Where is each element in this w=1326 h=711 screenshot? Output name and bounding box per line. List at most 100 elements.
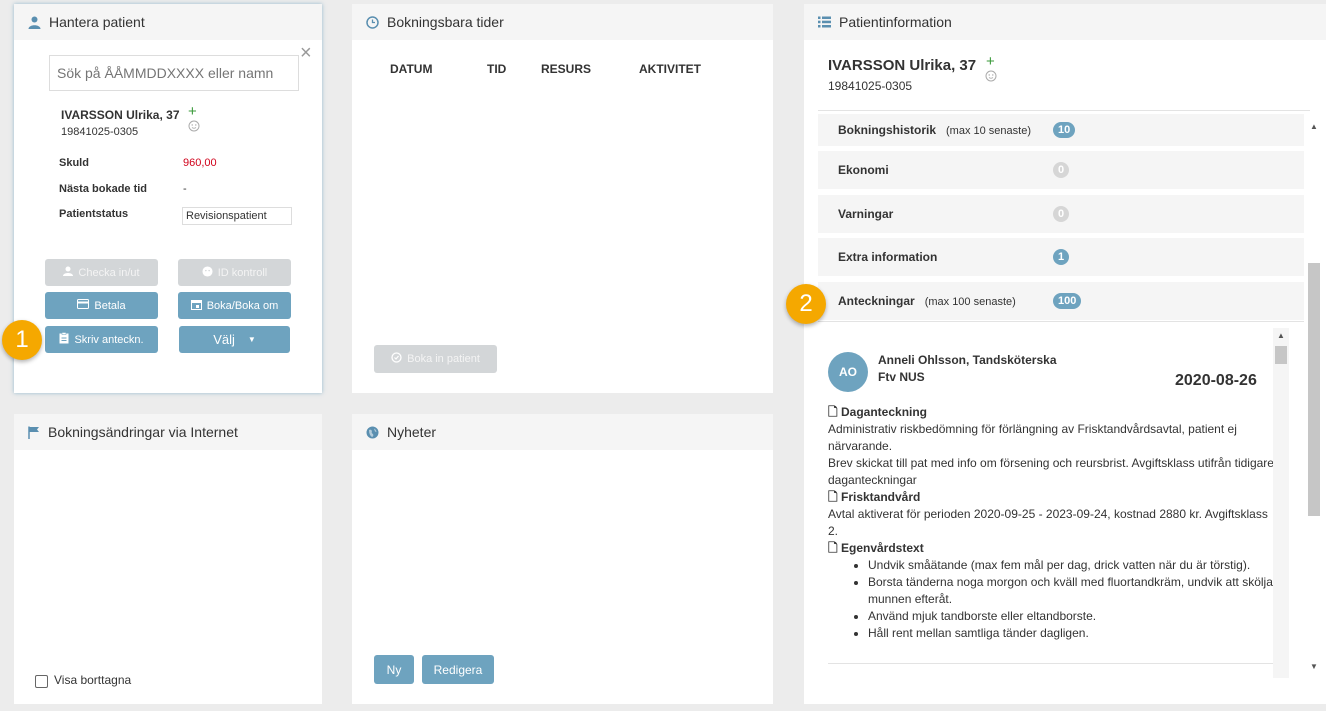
document-icon: 🗋 [828, 405, 838, 419]
row-varningar[interactable]: Varningar 0 [818, 195, 1304, 233]
row-label: Extra information [838, 250, 938, 264]
row-anteckningar[interactable]: Anteckningar (max 100 senaste) 100 [818, 282, 1304, 320]
boka-label: Boka/Boka om [206, 299, 279, 312]
boka-button[interactable]: Boka/Boka om [178, 292, 291, 319]
visa-borttagna-label: Visa borttagna [54, 673, 132, 687]
divider [818, 110, 1310, 111]
patient-name: IVARSSON Ulrika, 37 [828, 57, 977, 74]
face-icon [202, 265, 213, 280]
betala-label: Betala [94, 299, 126, 312]
patient-search-input[interactable] [49, 55, 299, 91]
notes-scrollbar[interactable]: ▲ [1273, 328, 1289, 678]
patient-name: IVARSSON Ulrika, 37 [61, 108, 180, 122]
hantera-patient-header: Hantera patient [14, 4, 322, 40]
nyheter-header: Nyheter [352, 414, 773, 450]
scrollbar-thumb[interactable] [1308, 263, 1320, 516]
row-sub: (max 10 senaste) [946, 125, 1031, 137]
valj-dropdown[interactable]: Välj ▼ [179, 326, 290, 353]
redigera-label: Redigera [433, 662, 483, 677]
child-face-icon [188, 120, 200, 135]
document-icon: 🗋 [828, 490, 838, 504]
valj-label: Välj [213, 332, 235, 347]
patient-id: 19841025-0305 [61, 126, 139, 138]
column-header-datum[interactable]: DATUM [390, 62, 432, 76]
list-item: Undvik småätande (max fem mål per dag, d… [868, 557, 1274, 574]
column-header-resurs[interactable]: RESURS [541, 62, 591, 76]
patientinfo-header: Patientinformation [804, 4, 1326, 40]
count-badge: 100 [1053, 293, 1082, 309]
column-header-tid[interactable]: TID [487, 62, 506, 76]
list-item: Håll rent mellan samtliga tänder daglige… [868, 625, 1274, 642]
divider [828, 663, 1274, 664]
checka-label: Checka in/ut [78, 266, 140, 279]
add-icon[interactable]: + [188, 103, 197, 120]
redigera-button[interactable]: Redigera [422, 655, 494, 684]
note-author: Anneli Ohlsson, Tandsköterska [878, 353, 1057, 367]
document-icon: 🗋 [828, 541, 838, 555]
hantera-patient-panel: Hantera patient × IVARSSON Ulrika, 37 + … [14, 4, 322, 393]
skriv-anteckn-button[interactable]: Skriv anteckn. [45, 326, 158, 353]
field-value-nasta: - [183, 183, 187, 195]
note-section-daganteckning: 🗋 Daganteckning [828, 405, 928, 419]
count-badge: 1 [1053, 249, 1070, 265]
close-icon[interactable]: × [300, 43, 312, 63]
ny-button[interactable]: Ny [374, 655, 414, 684]
skriv-label: Skriv anteckn. [74, 333, 144, 346]
caret-down-icon: ▼ [247, 335, 256, 344]
row-extra-information[interactable]: Extra information 1 [818, 238, 1304, 276]
note-section-frisktandvard: 🗋 Frisktandvård [828, 490, 921, 504]
note-clinic: Ftv NUS [878, 370, 925, 384]
callout-badge-1: 1 [2, 320, 42, 360]
count-badge: 10 [1053, 122, 1076, 138]
panel-title: Nyheter [387, 424, 437, 440]
row-label: Varningar [838, 207, 894, 221]
add-icon[interactable]: + [986, 53, 995, 70]
clipboard-icon [59, 332, 69, 347]
visa-borttagna-checkbox[interactable] [35, 675, 48, 688]
panel-title: Patientinformation [839, 14, 952, 30]
row-bokningshistorik[interactable]: Bokningshistorik (max 10 senaste) 10 [818, 114, 1304, 146]
note-avatar: AO [828, 352, 868, 392]
checka-in-ut-button[interactable]: Checka in/ut [45, 259, 158, 286]
scroll-down-icon[interactable]: ▼ [1310, 662, 1318, 671]
field-label-skuld: Skuld [59, 157, 89, 169]
child-face-icon [985, 70, 997, 85]
scroll-up-icon[interactable]: ▲ [1277, 331, 1285, 340]
refresh-check-icon [391, 352, 402, 366]
betala-button[interactable]: Betala [45, 292, 158, 319]
callout-badge-2: 2 [786, 284, 826, 324]
patientstatus-select[interactable]: Revisionspatient [182, 207, 292, 225]
note-paragraph: Avtal aktiverat för perioden 2020-09-25 … [828, 507, 1268, 538]
note-date: 2020-08-26 [1175, 372, 1257, 389]
clock-icon [366, 15, 379, 29]
id-kontroll-label: ID kontroll [217, 266, 268, 279]
field-label-nasta: Nästa bokade tid [59, 183, 148, 195]
internet-panel: Bokningsändringar via Internet Visa bort… [14, 414, 322, 704]
bokningsbara-panel: Bokningsbara tider DATUM TID RESURS AKTI… [352, 4, 773, 393]
field-label-status: Patientstatus [59, 208, 129, 220]
row-label: Ekonomi [838, 163, 889, 177]
flag-icon [28, 426, 40, 439]
calendar-icon [190, 299, 202, 313]
scroll-up-icon[interactable]: ▲ [1310, 122, 1318, 131]
egenvard-list: Undvik småätande (max fem mål per dag, d… [828, 557, 1274, 642]
scrollbar-thumb[interactable] [1275, 346, 1287, 364]
note-paragraph: Administrativ riskbedömning för förlängn… [828, 422, 1237, 453]
credit-card-icon [77, 299, 90, 312]
panel-title: Bokningsändringar via Internet [48, 424, 238, 440]
panel-title: Hantera patient [49, 14, 145, 30]
field-value-skuld: 960,00 [183, 157, 217, 169]
notes-area: AO Anneli Ohlsson, Tandsköterska Ftv NUS… [818, 321, 1304, 678]
id-kontroll-button[interactable]: ID kontroll [178, 259, 291, 286]
list-item: Borsta tänderna noga morgon och kväll me… [868, 574, 1274, 608]
row-ekonomi[interactable]: Ekonomi 0 [818, 151, 1304, 189]
user-icon [63, 266, 74, 279]
note-paragraph: Brev skickat till pat med info om försen… [828, 456, 1274, 487]
scrollbar[interactable]: ▲ ▼ [1306, 118, 1322, 678]
column-header-aktivitet[interactable]: AKTIVITET [639, 62, 701, 76]
row-label: Anteckningar [838, 294, 915, 308]
nyheter-panel: Nyheter Ny Redigera [352, 414, 773, 704]
globe-icon [366, 426, 379, 439]
note-section-egenvardstext: 🗋 Egenvårdstext [828, 541, 924, 555]
boka-in-patient-button[interactable]: Boka in patient [374, 345, 497, 373]
